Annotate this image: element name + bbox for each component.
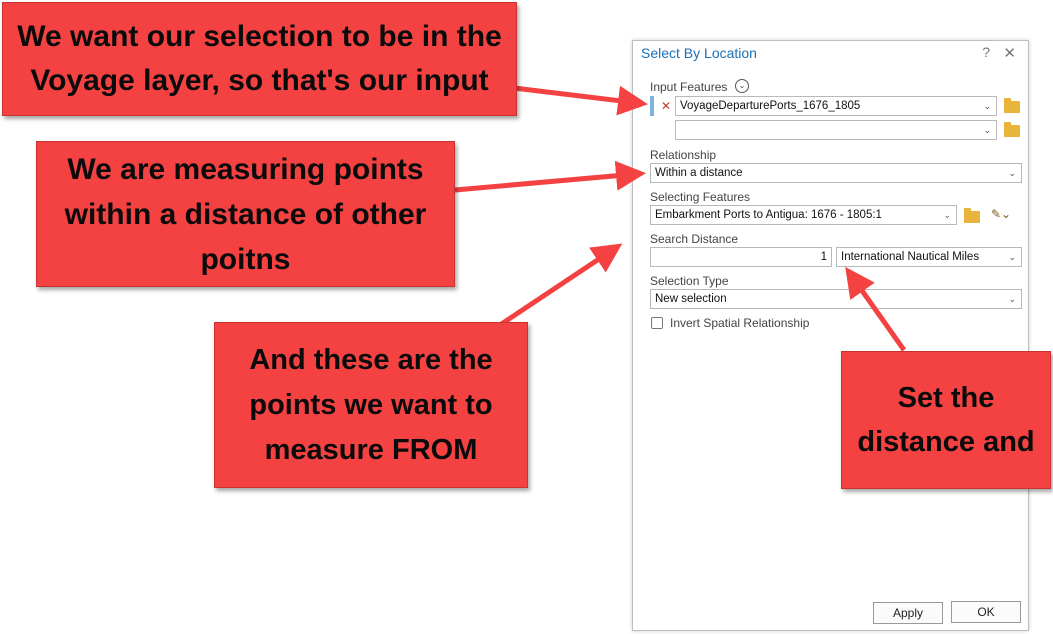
callout-distance-line1: Set the <box>897 382 995 414</box>
callout-distance: Set the distance and <box>841 351 1051 489</box>
callout-relationship-line2: within a distance of other <box>64 197 427 231</box>
callout-input-line2: Voyage layer, so that's our input <box>30 64 489 97</box>
arrow-to-input <box>513 85 648 116</box>
callout-relationship-line3: poitns <box>200 242 291 276</box>
callout-selecting-line2: points we want to <box>249 388 493 421</box>
arrow-to-relationship <box>454 160 646 193</box>
callout-relationship: We are measuring points within a distanc… <box>36 141 455 287</box>
callout-input: We want our selection to be in the Voyag… <box>2 2 517 116</box>
callout-relationship-line1: We are measuring points <box>67 152 424 186</box>
callout-input-line1: We want our selection to be in the <box>17 20 502 53</box>
callout-distance-line2: distance and <box>857 426 1035 458</box>
callout-selecting-line3: measure FROM <box>264 433 478 466</box>
arrow-to-selecting <box>498 243 623 328</box>
callout-selecting-line1: And these are the <box>249 343 493 376</box>
callout-selecting: And these are the points we want to meas… <box>214 322 528 488</box>
arrow-to-distance <box>845 266 907 352</box>
